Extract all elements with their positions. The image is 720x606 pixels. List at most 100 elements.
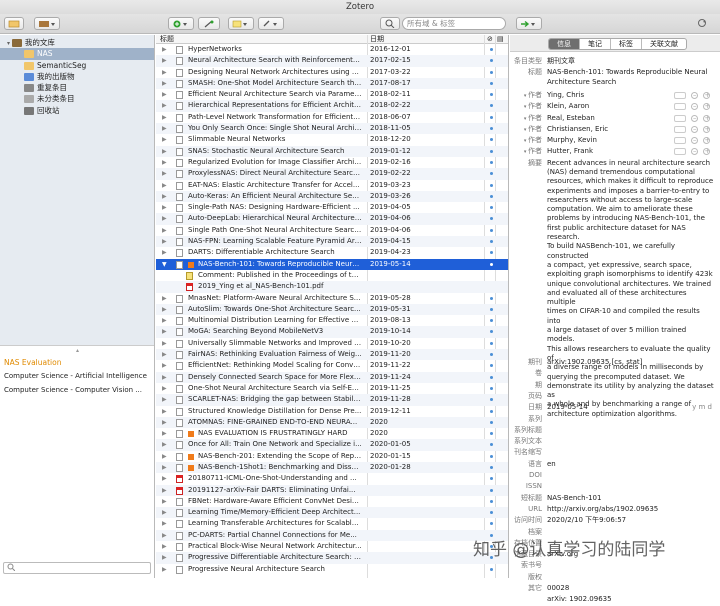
remove-author-button[interactable]: – <box>691 125 698 133</box>
remove-author-button[interactable]: – <box>691 147 698 156</box>
author-mode-switch[interactable] <box>674 148 686 156</box>
attachment-dot-icon[interactable] <box>490 104 493 108</box>
attachment-dot-icon[interactable] <box>490 386 493 390</box>
collapsed-triangle-icon[interactable]: ▶ <box>162 123 170 134</box>
item-row[interactable]: ▶ SNAS: Stochastic Neural Architecture Se… <box>156 145 508 157</box>
attachment-dot-icon[interactable] <box>490 511 493 515</box>
remove-author-button[interactable]: – <box>691 91 698 99</box>
item-row[interactable]: ▶ SCARLET-NAS: Bridging the gap between S… <box>156 394 508 406</box>
collapsed-triangle-icon[interactable]: ▶ <box>162 168 170 179</box>
attachment-dot-icon[interactable] <box>490 81 493 85</box>
collapsed-triangle-icon[interactable]: ▶ <box>162 372 170 383</box>
item-row[interactable]: ▶ Progressive Neural Architecture Search <box>156 564 508 575</box>
collapsed-triangle-icon[interactable]: ▶ <box>162 462 170 473</box>
attachment-dot-icon[interactable] <box>490 228 493 232</box>
attachment-dot-icon[interactable] <box>490 217 493 221</box>
item-row[interactable]: ▶ PC-DARTS: Partial Channel Connections f… <box>156 529 508 542</box>
attachment-dot-icon[interactable] <box>490 206 493 210</box>
attachment-dot-icon[interactable] <box>490 138 493 142</box>
add-by-identifier-button[interactable] <box>198 17 220 30</box>
item-row[interactable]: ▶ Path-Level Network Transformation for E… <box>156 112 508 123</box>
item-row[interactable]: ▶ Once for All: Train One Network and Spe… <box>156 439 508 451</box>
field-9-value[interactable]: en <box>547 459 715 470</box>
author-mode-switch[interactable] <box>674 103 686 111</box>
item-row[interactable]: ▶ ATOMNAS: FINE-GRAINED END-TO-END NEURA.… <box>156 416 508 429</box>
collapsed-triangle-icon[interactable]: ▶ <box>162 394 170 405</box>
item-row[interactable]: ▶ Efficient Neural Architecture Search vi… <box>156 89 508 100</box>
collapsed-triangle-icon[interactable]: ▶ <box>162 67 170 78</box>
attachment-dot-icon[interactable] <box>490 488 493 492</box>
attachment-dot-icon[interactable] <box>490 443 493 447</box>
collapsed-triangle-icon[interactable]: ▶ <box>162 100 170 111</box>
add-author-button[interactable]: + <box>703 102 710 111</box>
item-row[interactable]: ▼ NAS-Bench-101: Towards Reproducible Neu… <box>156 258 508 270</box>
collapsed-triangle-icon[interactable]: ▶ <box>162 428 170 439</box>
item-row[interactable]: ▶ HyperNetworks 2016-12-01 <box>156 44 508 55</box>
item-row[interactable]: ▶ Learning Time/Memory-Efficient Deep Arc… <box>156 507 508 519</box>
author-name[interactable]: Ying, Chris <box>547 90 667 101</box>
field-4-value[interactable]: 2019-05-14 <box>547 402 715 413</box>
item-row[interactable]: ▶ NAS-Bench-201: Extending the Scope of R… <box>156 451 508 462</box>
item-row[interactable]: ▶ Auto-DeepLab: Hierarchical Neural Archi… <box>156 213 508 225</box>
attachment-dot-icon[interactable] <box>490 353 493 357</box>
collapsed-triangle-icon[interactable]: ▶ <box>162 134 170 145</box>
new-note-button[interactable] <box>228 17 254 30</box>
author-mode-switch[interactable] <box>674 114 686 122</box>
item-row[interactable]: ▶ Regularized Evolution for Image Classif… <box>156 157 508 168</box>
collapsed-triangle-icon[interactable]: ▶ <box>162 541 170 552</box>
collapsed-triangle-icon[interactable]: ▶ <box>162 518 170 529</box>
attachment-dot-icon[interactable] <box>490 251 493 255</box>
remove-author-button[interactable]: – <box>691 102 698 111</box>
item-row[interactable]: ▶ FBNet: Hardware-Aware Efficient ConvNet… <box>156 496 508 507</box>
item-row[interactable]: ▶ Practical Block-Wise Neural Network Arc… <box>156 541 508 552</box>
collapsed-triangle-icon[interactable]: ▶ <box>162 315 170 326</box>
item-row[interactable]: ▶ Hierarchical Representations for Effici… <box>156 100 508 112</box>
collection-6[interactable]: 回收站 <box>0 105 154 116</box>
attachment-dot-icon[interactable] <box>490 420 493 424</box>
collapsed-triangle-icon[interactable]: ▶ <box>162 247 170 258</box>
collapsed-triangle-icon[interactable]: ▶ <box>162 451 170 462</box>
collapsed-triangle-icon[interactable]: ▶ <box>162 552 170 563</box>
library-menu-button[interactable] <box>34 17 60 30</box>
attachment-dot-icon[interactable] <box>490 522 493 526</box>
collapsed-triangle-icon[interactable]: ▶ <box>162 473 170 484</box>
author-mode-switch[interactable] <box>674 137 686 145</box>
field-13-value[interactable]: http://arxiv.org/abs/1902.09635 <box>547 504 715 515</box>
item-row[interactable]: ▶ Auto-Keras: An Efficient Neural Archite… <box>156 190 508 203</box>
attachment-dot-icon[interactable] <box>490 341 493 345</box>
attachment-dot-icon[interactable] <box>490 499 493 503</box>
item-row[interactable]: ▶ One-Shot Neural Architecture Search via… <box>156 383 508 394</box>
collapsed-triangle-icon[interactable]: ▶ <box>162 496 170 507</box>
tag-filter-input[interactable] <box>3 562 151 574</box>
add-author-button[interactable]: + <box>703 125 710 133</box>
collapsed-triangle-icon[interactable]: ▶ <box>162 406 170 417</box>
column-date-header[interactable]: 日期 <box>370 35 384 44</box>
attachment-dot-icon[interactable] <box>490 319 493 323</box>
new-item-button[interactable] <box>168 17 194 30</box>
item-row[interactable]: ▶ Single-Path NAS: Designing Hardware-Eff… <box>156 202 508 213</box>
collapsed-triangle-icon[interactable]: ▶ <box>162 383 170 394</box>
attachment-dot-icon[interactable] <box>490 70 493 74</box>
collapsed-triangle-icon[interactable]: ▶ <box>162 55 170 66</box>
expanded-triangle-icon[interactable]: ▼ <box>162 259 170 270</box>
child-row[interactable]: 2019_Ying et al_NAS-Bench-101.pdf <box>156 281 508 293</box>
author-mode-switch[interactable] <box>674 91 686 99</box>
search-mode-button[interactable] <box>380 17 400 30</box>
field-12-value[interactable]: NAS-Bench-101 <box>547 493 715 504</box>
collapsed-triangle-icon[interactable]: ▶ <box>162 485 170 496</box>
collapsed-triangle-icon[interactable]: ▶ <box>162 564 170 575</box>
attachment-dot-icon[interactable] <box>490 364 493 368</box>
attachment-dot-icon[interactable] <box>490 183 493 187</box>
collapsed-triangle-icon[interactable]: ▶ <box>162 202 170 213</box>
attachment-dot-icon[interactable] <box>490 432 493 436</box>
attachment-dot-icon[interactable] <box>490 307 493 311</box>
item-row[interactable]: ▶ NAS-FPN: Learning Scalable Feature Pyra… <box>156 236 508 248</box>
attachments-column-icon[interactable]: ⊘ <box>487 35 493 44</box>
item-row[interactable]: ▶ SMASH: One-Shot Model Architecture Sear… <box>156 77 508 90</box>
collapsed-triangle-icon[interactable]: ▶ <box>162 213 170 224</box>
child-row[interactable]: ▶ 20180711-ICML-One-Shot-Understanding an… <box>156 473 508 484</box>
collapsed-triangle-icon[interactable]: ▶ <box>162 439 170 450</box>
attachment-dot-icon[interactable] <box>490 465 493 469</box>
collapsed-triangle-icon[interactable]: ▶ <box>162 180 170 191</box>
item-row[interactable]: ▶ MoGA: Searching Beyond MobileNetV3 2019-… <box>156 326 508 338</box>
